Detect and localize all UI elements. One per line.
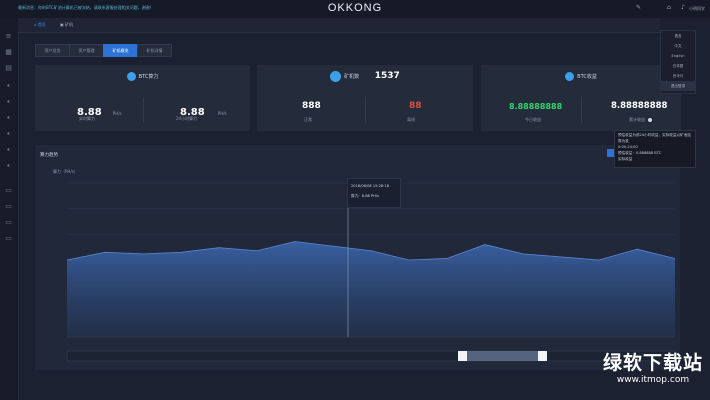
menu-icon[interactable]: ≡ [4, 32, 13, 41]
subtab-miner-detail[interactable]: 矿机详情 [137, 44, 172, 57]
info-icon[interactable]: ▭ [4, 234, 13, 243]
popup-line-4: 实际收益 [618, 157, 633, 161]
wallet-icon[interactable]: • [4, 130, 13, 139]
income-card-title: BTC收益 [481, 72, 681, 81]
dropdown-item[interactable]: English [661, 51, 695, 61]
hashrate-card-title: BTC算力 [35, 72, 250, 81]
today-income-label: 今日收益 [525, 117, 541, 122]
income-card: BTC收益 8.88888888 今日收益 8.88888888 累计收益 [481, 65, 681, 131]
miners-offline-label: 离线 [407, 117, 415, 122]
doc-icon[interactable]: ▭ [4, 202, 13, 211]
income-info-popup: 预估收益为前24小时收益，实际收益以矿池结算为准 0:00-24:00 预估收益… [614, 130, 696, 168]
zoom-slider-track[interactable] [66, 350, 676, 362]
tooltip-value: 算力：8.88 PH/s [351, 194, 379, 198]
coin-icon [565, 72, 575, 81]
watermark-url: www.itmop.com [616, 375, 690, 385]
bitcoin-icon [126, 72, 136, 81]
user-dropdown: 语言 中文 English 日本語 한국어 退出登录 [660, 30, 696, 94]
folder-icon[interactable]: ▭ [4, 218, 13, 227]
today-income: 8.88888888 [509, 102, 563, 111]
hashrate-area [67, 241, 675, 337]
pen-icon[interactable]: ✎ [636, 4, 641, 11]
miners-card: 矿机数 1537 888 正常 88 离线 [257, 65, 473, 131]
transfer-icon[interactable]: • [4, 146, 13, 155]
miners-card-title: 矿机数 1537 [257, 71, 473, 82]
dropdown-item[interactable]: 日本語 [661, 61, 695, 71]
list-icon[interactable]: • [4, 114, 13, 123]
dropdown-item[interactable]: 中文 [661, 41, 695, 51]
grid-icon[interactable]: ▦ [4, 48, 13, 57]
dropdown-item[interactable]: 退出登录 [661, 81, 695, 91]
miners-online-label: 正常 [304, 117, 312, 122]
miners-online-count: 888 [302, 101, 321, 111]
divider [365, 97, 366, 123]
tooltip-date: 2018/06/08 15:28:18 [351, 184, 389, 188]
chart-tooltip: 2018/06/08 15:28:18 算力：8.88 PH/s [347, 178, 401, 208]
watermark: 绿软下载站 www.itmop.com [598, 348, 708, 392]
hashrate-card: BTC算力 8.88 PH/s 实时算力 8.88 PH/s 24小时算力 [35, 65, 250, 131]
report-icon[interactable]: • [4, 162, 13, 171]
watermark-brand: 绿软下载站 [602, 352, 703, 374]
dropdown-item[interactable]: 한국어 [661, 71, 695, 81]
subtab-asset-manage[interactable]: 资产管理 [69, 44, 104, 57]
dropdown-item[interactable]: 语言 [661, 31, 695, 41]
info-icon[interactable] [648, 118, 653, 122]
app-logo: OKKONG [327, 2, 383, 14]
subtab-asset-overview[interactable]: 资产总览 [35, 44, 70, 57]
settings-icon[interactable]: • [4, 98, 13, 107]
user-icon[interactable]: • [4, 82, 13, 91]
total-income: 8.88888888 [611, 101, 668, 111]
user-name[interactable]: 小明同学 [689, 6, 705, 12]
home-icon[interactable]: ⌂ [667, 4, 671, 11]
zoom-slider-range[interactable] [463, 351, 543, 361]
realtime-hashrate-label: 实时算力 [79, 116, 95, 121]
total-income-label: 累计收益 [629, 117, 653, 123]
tab-miner[interactable]: ▣ 矿机 [56, 20, 77, 30]
tab-home[interactable]: ⌂ 首页 [30, 20, 50, 30]
top-bar: 最新消息：你的BTC矿池计算机已被冻结，请联系客服处理相关问题，谢谢！ OKKO… [0, 0, 710, 18]
divider [581, 97, 582, 123]
subtab-miner-overview[interactable]: 矿机概览 [103, 44, 138, 57]
popup-line-1: 预估收益为前24小时收益，实际收益以矿池结算为准 [618, 133, 691, 143]
server-icon[interactable]: ▭ [4, 186, 13, 195]
miner-icon [330, 71, 342, 82]
divider [143, 97, 144, 123]
chart-panel: 算力趋势 算力（PH/s） 2018/06/08 15:28:18 算力：8.8… [35, 145, 680, 370]
tab-bar: ⌂ 首页 ▣ 矿机 [18, 18, 660, 33]
chart-icon[interactable]: ▤ [4, 64, 13, 73]
miners-offline-count: 88 [409, 101, 422, 111]
sidebar: ≡ ▦ ▤ • • • • • • ▭ ▭ ▭ ▭ [0, 18, 19, 400]
zoom-slider-left-handle[interactable] [458, 351, 467, 361]
zoom-slider-right-handle[interactable] [538, 351, 547, 361]
daily-hashrate-label: 24小时算力 [176, 116, 198, 121]
miners-total: 1537 [374, 71, 400, 81]
bell-icon[interactable]: ♪ [681, 4, 685, 11]
